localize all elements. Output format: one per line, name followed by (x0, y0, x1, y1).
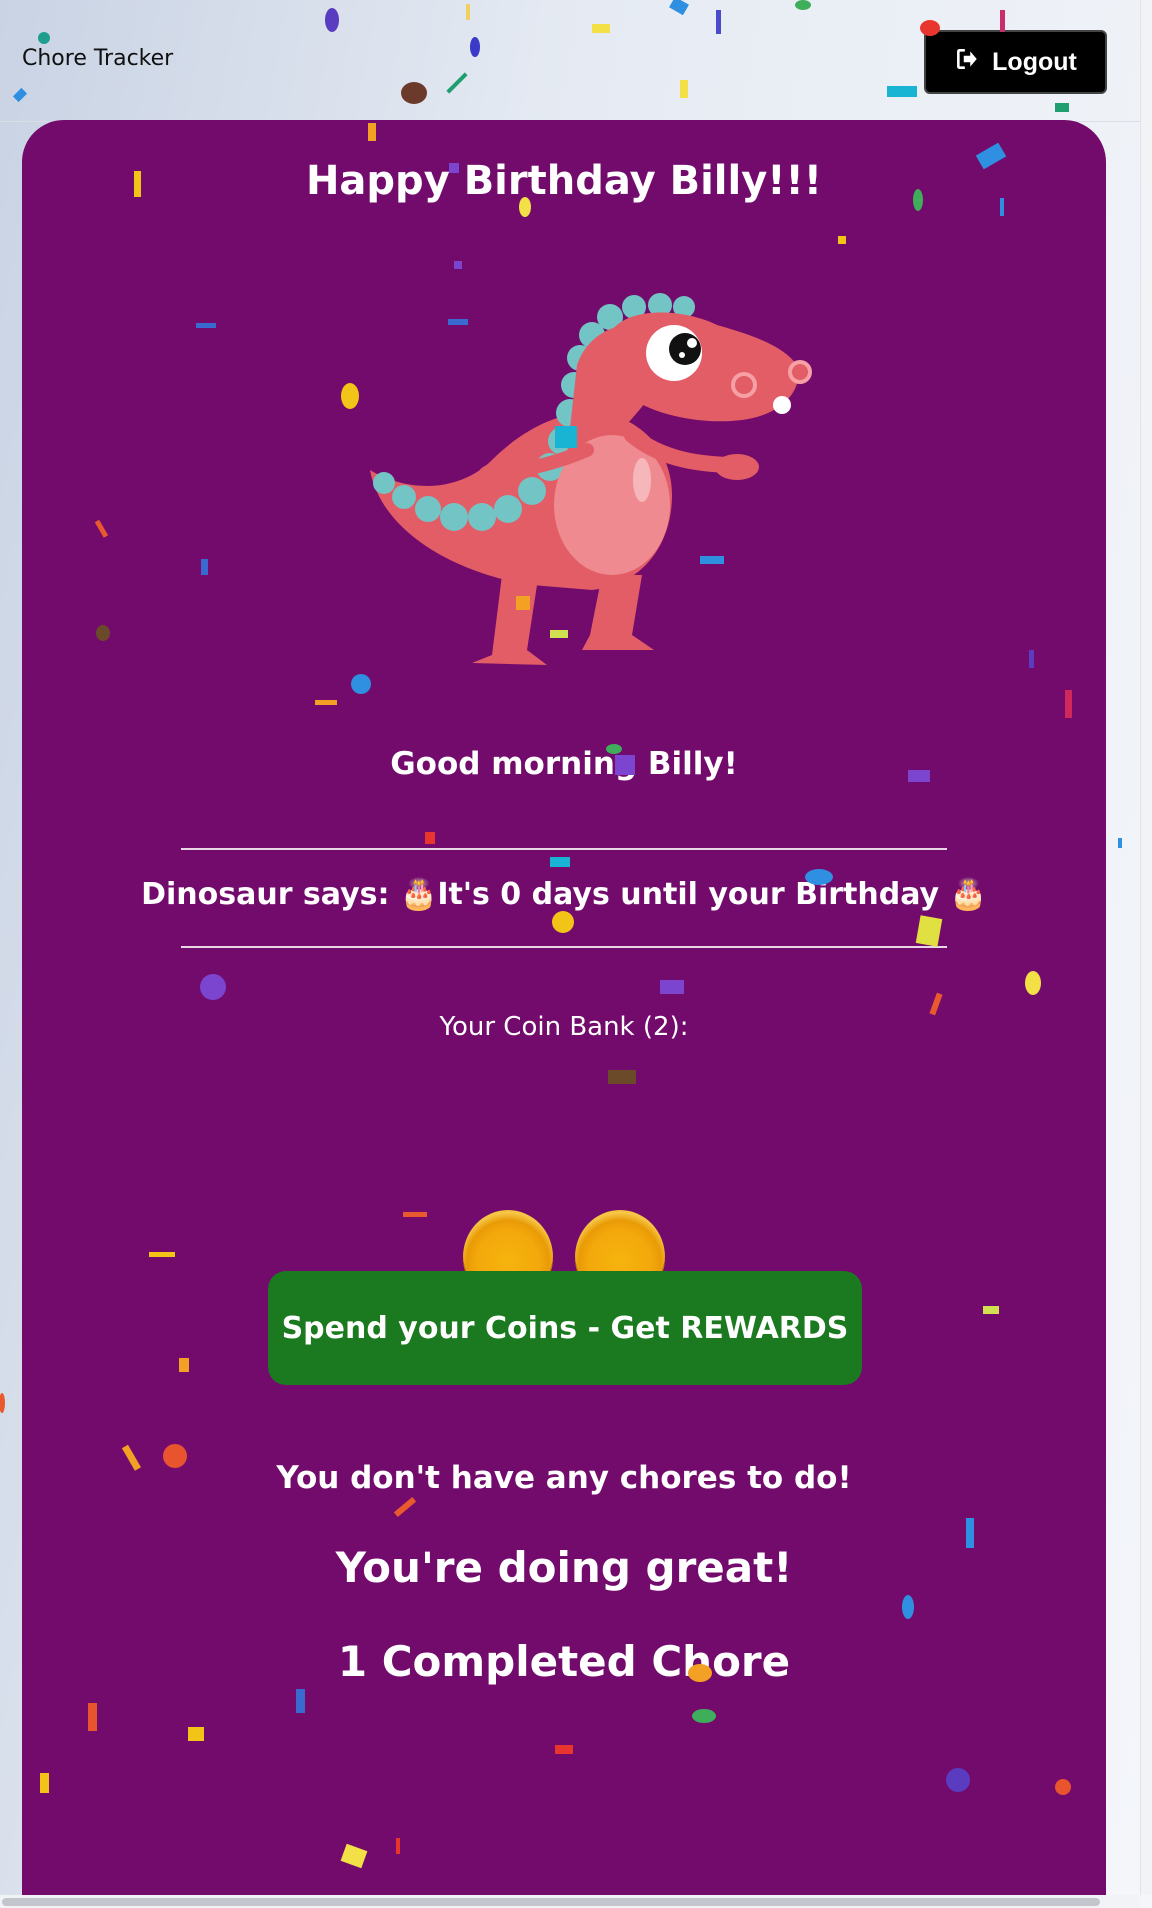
birthday-card: Happy Birthday Billy!!! Good morning Bil… (22, 120, 1106, 1908)
divider-top (181, 848, 947, 850)
logout-button[interactable]: Logout (924, 30, 1107, 94)
coin-bank-label: Your Coin Bank (2): (439, 1012, 689, 1042)
completed-chores-count: 1 Completed Chore (337, 1637, 791, 1686)
horizontal-scrollbar-thumb[interactable] (2, 1898, 1100, 1906)
vertical-scrollbar[interactable] (1140, 0, 1152, 1895)
greeting-text: Good morning Billy! (390, 746, 738, 782)
dinosaur-illustration (370, 293, 812, 665)
rewards-button[interactable]: Spend your Coins - Get REWARDS (268, 1271, 862, 1385)
logout-label: Logout (992, 47, 1077, 76)
top-bar: Chore Tracker Logout (0, 0, 1140, 122)
dinosaur-message: Dinosaur says: 🎂It's 0 days until your B… (141, 877, 987, 912)
page-title: Happy Birthday Billy!!! (305, 158, 823, 204)
logout-icon (954, 46, 980, 79)
divider-bottom (181, 946, 947, 948)
encouragement-text: You're doing great! (335, 1543, 793, 1592)
no-chores-text: You don't have any chores to do! (276, 1460, 852, 1496)
horizontal-scrollbar[interactable] (0, 1895, 1140, 1908)
app-brand[interactable]: Chore Tracker (22, 46, 173, 71)
